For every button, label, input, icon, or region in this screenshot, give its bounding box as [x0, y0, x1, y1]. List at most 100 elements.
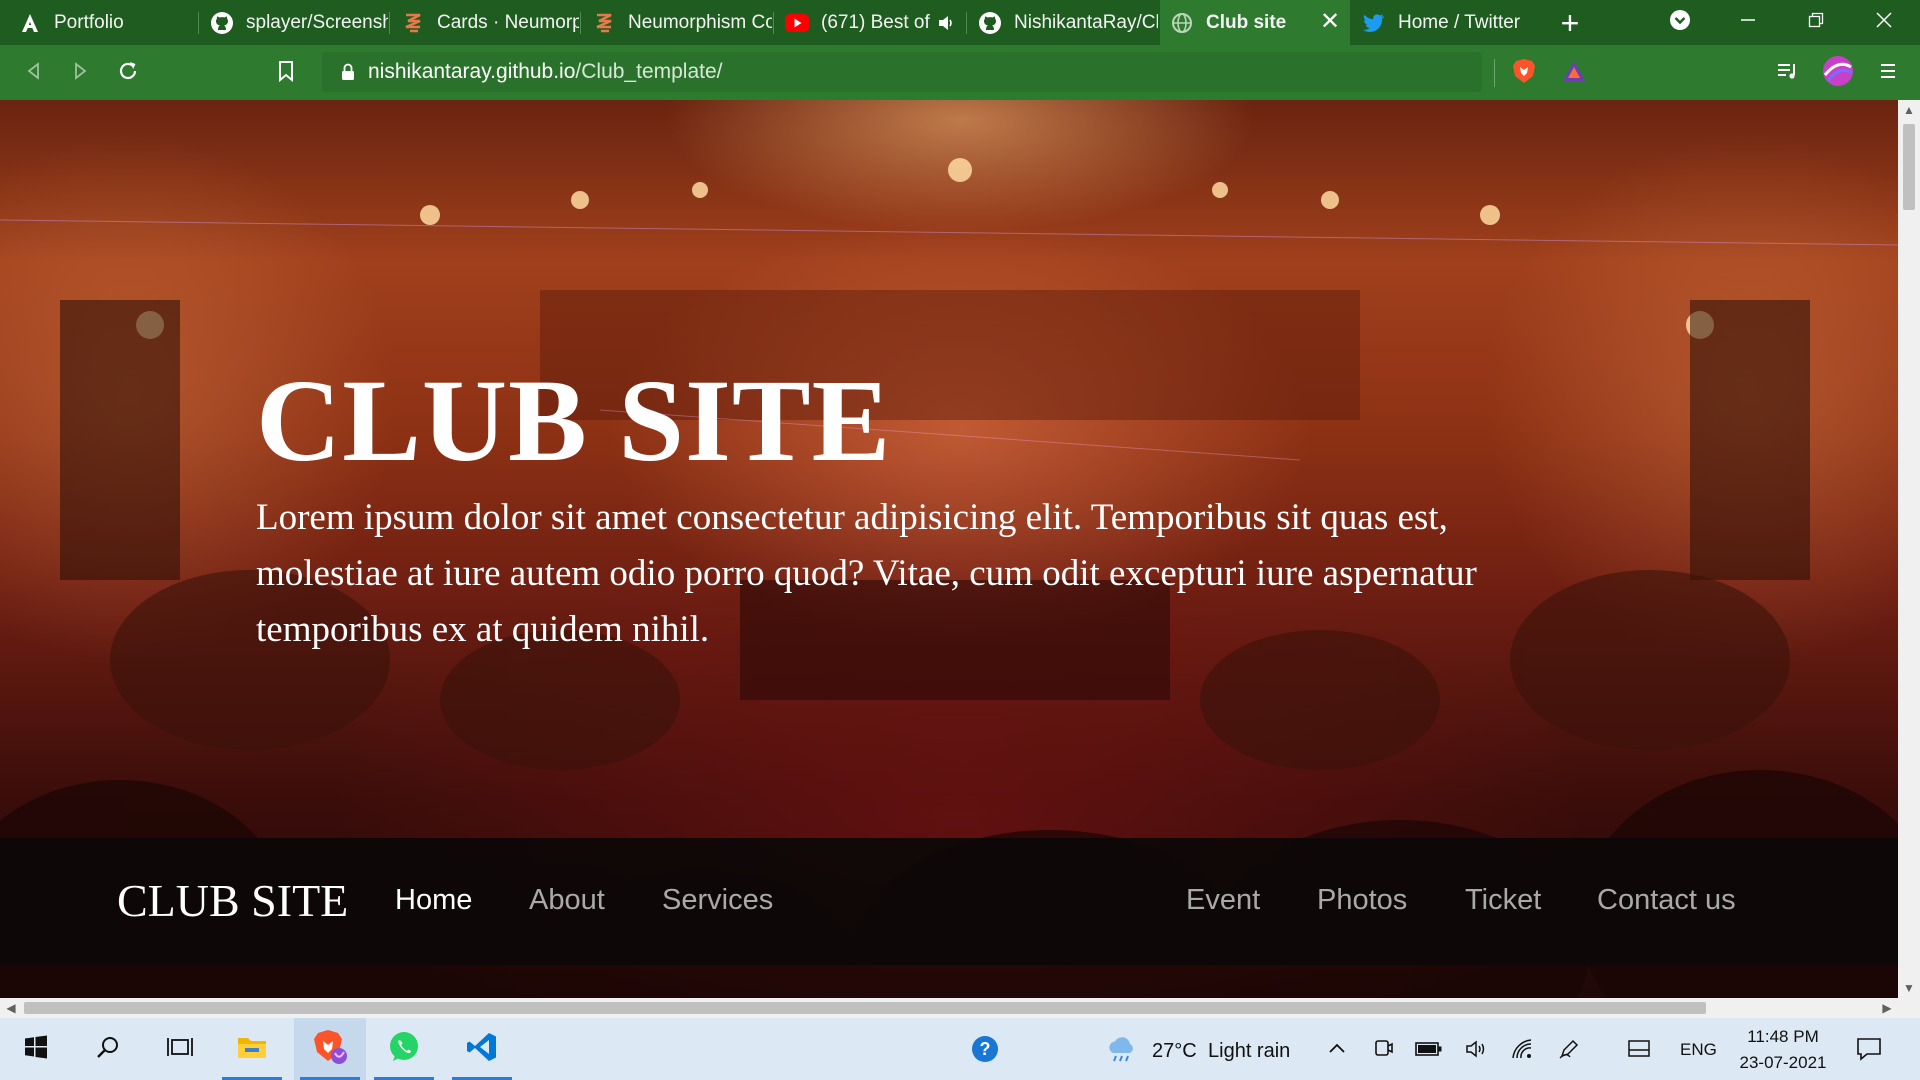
divider	[1494, 59, 1495, 87]
scrollbar-corner	[1898, 998, 1920, 1018]
site-brand-logo[interactable]: CLUB SITE	[117, 874, 348, 928]
nav-link-about[interactable]: About	[529, 882, 605, 918]
tab-portfolio[interactable]: Portfolio	[8, 0, 198, 45]
pen-workspace-icon[interactable]	[1554, 1034, 1584, 1064]
close-window-button[interactable]	[1854, 0, 1914, 45]
start-button[interactable]	[0, 1018, 72, 1080]
reload-button[interactable]	[112, 57, 144, 89]
taskbar-whatsapp[interactable]	[368, 1018, 440, 1080]
tab-cards-neumorphism[interactable]: Cards · Neumorp	[391, 0, 579, 45]
clock-date: 23-07-2021	[1739, 1053, 1827, 1072]
browser-menu-button[interactable]	[1872, 57, 1904, 89]
help-icon[interactable]: ?	[970, 1034, 1000, 1064]
notification-center-icon[interactable]	[1854, 1034, 1884, 1064]
bookmark-icon	[277, 60, 295, 87]
meet-now-icon[interactable]	[1368, 1034, 1398, 1064]
vertical-scrollbar[interactable]: ▲ ▼	[1898, 100, 1920, 998]
speaker-icon[interactable]	[937, 14, 955, 32]
scroll-down-arrow-icon[interactable]: ▼	[1898, 978, 1920, 998]
close-icon	[1875, 11, 1893, 34]
wifi-icon[interactable]	[1508, 1034, 1538, 1064]
tab-search-button[interactable]	[1650, 0, 1710, 45]
scroll-left-arrow-icon[interactable]: ◀	[0, 998, 22, 1018]
brave-shields-button[interactable]	[1508, 57, 1540, 89]
nav-link-ticket[interactable]: Ticket	[1465, 882, 1541, 918]
tab-splayer[interactable]: splayer/Screensh	[200, 0, 388, 45]
back-button[interactable]	[18, 57, 50, 89]
forward-arrow-icon	[70, 61, 90, 86]
youtube-icon	[785, 11, 809, 35]
taskbar-file-explorer[interactable]	[216, 1018, 288, 1080]
profile-avatar-button[interactable]	[1822, 55, 1854, 92]
tab-separator	[198, 12, 199, 34]
battery-icon[interactable]	[1414, 1034, 1444, 1064]
weather-rain-icon[interactable]	[1104, 1034, 1138, 1064]
tab-youtube[interactable]: (671) Best of	[775, 0, 965, 45]
hero-title: CLUB SITE	[256, 355, 892, 486]
tab-nishikantaray-repo[interactable]: NishikantaRay/Cl	[968, 0, 1158, 45]
taskbar-brave-browser[interactable]	[294, 1018, 366, 1080]
nav-link-event[interactable]: Event	[1186, 882, 1260, 918]
restore-button[interactable]	[1786, 0, 1846, 45]
scroll-right-arrow-icon[interactable]: ▶	[1876, 998, 1898, 1018]
twitter-icon	[1362, 11, 1386, 35]
input-language[interactable]: ENG	[1680, 1040, 1717, 1060]
forward-button[interactable]	[64, 57, 96, 89]
lock-icon	[338, 62, 358, 82]
nav-link-contact[interactable]: Contact us	[1597, 882, 1736, 918]
whatsapp-icon	[388, 1031, 420, 1068]
tab-neumorphism[interactable]: Neumorphism Co	[582, 0, 772, 45]
tab-club-site[interactable]: Club site ✕	[1160, 0, 1350, 45]
hero-background-image: CLUB SITE Lorem ipsum dolor sit amet con…	[0, 100, 1898, 998]
horizontal-scrollbar[interactable]: ◀ ▶	[0, 998, 1898, 1018]
address-bar[interactable]: nishikantaray.github.io/Club_template/	[322, 52, 1482, 92]
system-clock[interactable]: 11:48 PM 23-07-2021	[1728, 1024, 1838, 1076]
avatar	[1822, 55, 1854, 92]
url-host: nishikantaray.github.io	[368, 60, 576, 83]
minimize-icon	[1740, 12, 1756, 33]
scroll-up-arrow-icon[interactable]: ▲	[1898, 100, 1920, 120]
codepen-style-icon	[401, 11, 425, 35]
clock-time: 11:48 PM	[1747, 1027, 1819, 1046]
vscode-icon	[466, 1031, 498, 1068]
tab-separator	[389, 12, 390, 34]
volume-icon[interactable]	[1462, 1034, 1492, 1064]
nav-link-services[interactable]: Services	[662, 882, 773, 918]
github-icon	[978, 11, 1002, 35]
bookmark-button[interactable]	[270, 57, 302, 89]
hero-description: Lorem ipsum dolor sit amet consectetur a…	[256, 497, 1477, 650]
windows-logo-icon	[24, 1035, 48, 1064]
page-viewport: CLUB SITE Lorem ipsum dolor sit amet con…	[0, 100, 1898, 998]
tab-separator	[966, 12, 967, 34]
touch-keyboard-icon[interactable]	[1624, 1034, 1654, 1064]
svg-text:?: ?	[980, 1039, 991, 1059]
brave-rewards-button[interactable]	[1558, 57, 1590, 89]
vertical-scroll-thumb[interactable]	[1903, 124, 1915, 210]
horizontal-scroll-thumb[interactable]	[24, 1002, 1706, 1014]
tab-twitter[interactable]: Home / Twitter	[1352, 0, 1542, 45]
chevron-down-circle-icon	[1669, 9, 1691, 36]
nav-link-photos[interactable]: Photos	[1317, 882, 1407, 918]
restore-icon	[1808, 12, 1824, 33]
plus-icon: +	[1560, 4, 1580, 41]
weather-temperature[interactable]: 27°C	[1152, 1040, 1197, 1063]
new-tab-button[interactable]: +	[1540, 0, 1600, 45]
nav-link-home[interactable]: Home	[395, 882, 472, 918]
brave-lion-icon	[1512, 58, 1536, 89]
search-button[interactable]	[72, 1018, 144, 1080]
taskbar-vscode[interactable]	[446, 1018, 518, 1080]
url-path: /Club_template/	[575, 60, 723, 83]
reload-icon	[117, 60, 139, 87]
hamburger-menu-icon	[1879, 62, 1897, 85]
brave-browser-icon	[313, 1029, 347, 1070]
weather-condition[interactable]: Light rain	[1208, 1040, 1290, 1063]
playlist-icon	[1776, 61, 1800, 86]
playlist-button[interactable]	[1772, 57, 1804, 89]
task-view-icon	[167, 1035, 193, 1064]
task-view-button[interactable]	[144, 1018, 216, 1080]
close-tab-icon[interactable]: ✕	[1318, 10, 1342, 34]
show-hidden-icons-chevron-icon[interactable]	[1322, 1034, 1352, 1064]
tab-separator	[580, 12, 581, 34]
browser-tab-strip: Portfolio splayer/Screensh Cards · Neumo…	[0, 0, 1920, 45]
minimize-button[interactable]	[1718, 0, 1778, 45]
